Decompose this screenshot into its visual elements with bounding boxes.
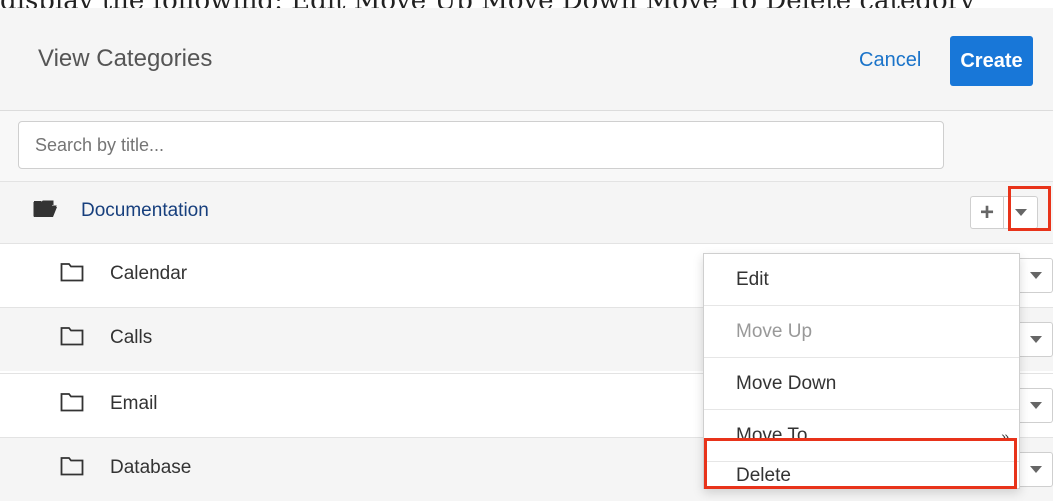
tree-label-email[interactable]: Email (110, 393, 158, 415)
folder-icon (60, 327, 84, 346)
tree-label-calendar[interactable]: Calendar (110, 263, 187, 285)
tree-label-database[interactable]: Database (110, 457, 191, 479)
add-child-button[interactable]: + (970, 196, 1003, 229)
folder-icon (60, 457, 84, 476)
chevron-down-icon (1030, 466, 1042, 473)
row-actions-dropdown-button[interactable] (1020, 388, 1053, 423)
folder-icon (60, 393, 84, 412)
cutoff-instruction-text: display the following: Edit Move Up Move… (0, 0, 1053, 8)
page-title: View Categories (38, 45, 213, 72)
menu-item-edit[interactable]: Edit (704, 254, 1019, 306)
row-actions-dropdown-button[interactable] (1020, 322, 1053, 357)
chevron-down-icon (1030, 402, 1042, 409)
header: View Categories Cancel Create (0, 8, 1053, 111)
tree-row-documentation[interactable]: Documentation + (0, 181, 1053, 245)
menu-item-move-down[interactable]: Move Down (704, 358, 1019, 410)
search-input[interactable] (18, 121, 944, 169)
tree-label-calls[interactable]: Calls (110, 327, 152, 349)
folder-open-icon (33, 200, 57, 217)
highlight-dropdown-box (1008, 186, 1051, 231)
chevron-down-icon (1030, 272, 1042, 279)
chevron-down-icon (1030, 336, 1042, 343)
create-button[interactable]: Create (950, 36, 1033, 86)
cancel-button[interactable]: Cancel (859, 49, 921, 72)
highlight-delete-box (704, 438, 1017, 489)
tree-label-documentation[interactable]: Documentation (81, 200, 209, 222)
menu-item-move-up: Move Up (704, 306, 1019, 358)
folder-icon (60, 263, 84, 282)
row-actions-dropdown-button[interactable] (1020, 258, 1053, 293)
search-area (0, 111, 1053, 181)
row-actions-dropdown-button[interactable] (1020, 452, 1053, 487)
